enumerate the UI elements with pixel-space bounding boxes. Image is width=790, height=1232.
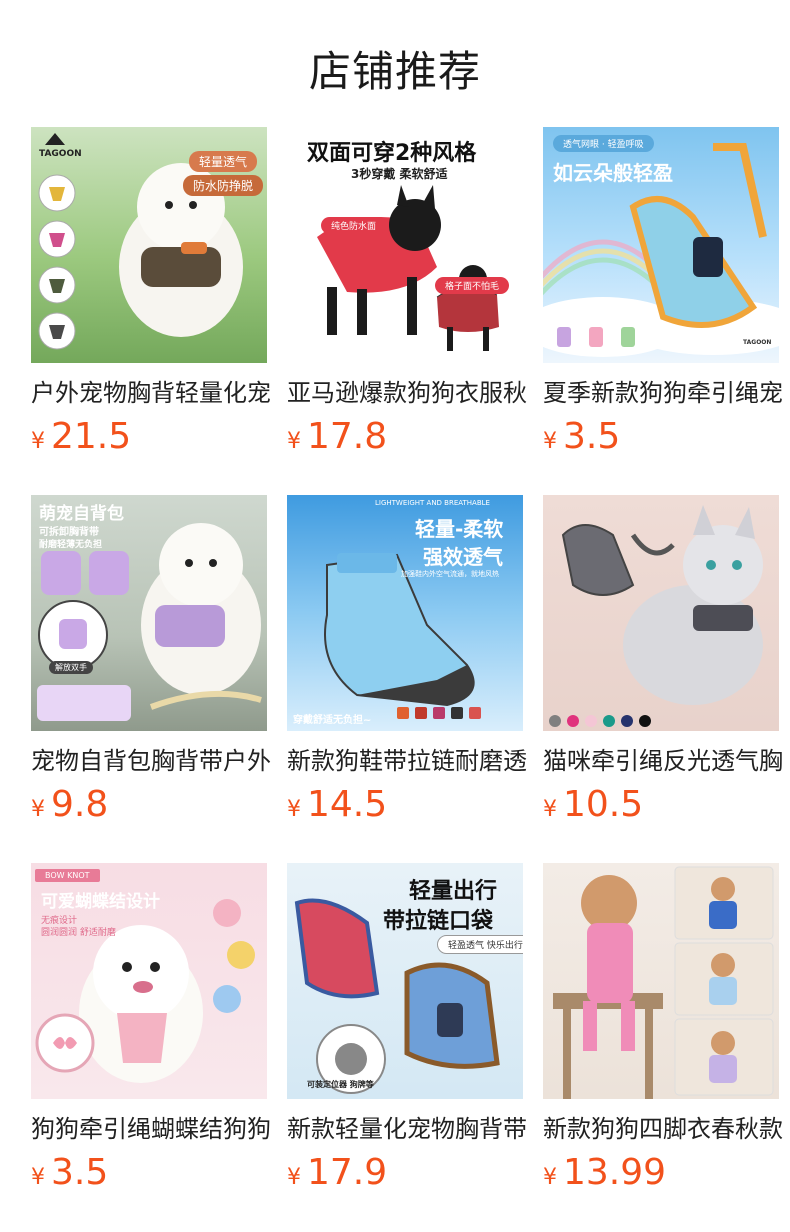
image-caption: 可装定位器 狗牌等 [307,1080,374,1089]
price-value: 3.5 [51,1152,109,1193]
color-swatch [549,715,561,727]
image-headline: 可爱蝴蝶结设计 [41,892,160,912]
product-name[interactable]: 户外宠物胸背轻量化宠物牵引绳 [31,377,271,409]
product-name[interactable]: 亚马逊爆款狗狗衣服秋冬 [287,377,527,409]
brand-logo-text: TAGOON [39,149,82,159]
color-swatch [621,715,633,727]
product-name[interactable]: 猫咪牵引绳反光透气胸背 [543,745,783,777]
price-value: 9.8 [51,784,109,825]
product-image[interactable]: LIGHTWEIGHT AND BREATHABLE 轻量-柔软 强效透气 加强… [287,495,523,731]
product-grid: TAGOON 轻量透气 防水防挣脱 户外宠物胸背轻量化宠物牵引绳 ¥21.5 [0,0,790,1232]
brand-logo-text: TAGOON [743,339,772,346]
price-value: 3.5 [563,416,621,457]
product-price: ¥17.8 [287,415,527,465]
image-badge: 透气网眼 · 轻盈呼吸 [553,135,654,152]
color-swatch [639,715,651,727]
product-price: ¥3.5 [543,415,783,465]
product-name[interactable]: 狗狗牵引绳蝴蝶结狗狗胸背 [31,1113,271,1145]
currency-symbol: ¥ [287,797,301,822]
color-swatch [567,715,579,727]
image-badge: 解放双手 [49,661,93,674]
product-name[interactable]: 新款轻量化宠物胸背带拉链口袋 [287,1113,527,1145]
product-price: ¥14.5 [287,783,527,833]
product-name[interactable]: 新款狗狗四脚衣春秋款 [543,1113,783,1145]
image-badge: 防水防挣脱 [183,175,264,196]
price-value: 13.99 [563,1152,667,1193]
price-value: 17.9 [307,1152,388,1193]
product-card[interactable]: 双面可穿2种风格 3秒穿戴 柔软舒适 纯色防水面 格子面不怕毛 亚马逊爆款狗狗衣… [287,127,527,465]
currency-symbol: ¥ [543,1165,557,1190]
product-price: ¥9.8 [31,783,271,833]
product-price: ¥3.5 [31,1151,271,1201]
product-image[interactable]: TAGOON 轻量透气 防水防挣脱 [31,127,267,363]
product-image[interactable]: 双面可穿2种风格 3秒穿戴 柔软舒适 纯色防水面 格子面不怕毛 [287,127,523,363]
product-card[interactable]: LIGHTWEIGHT AND BREATHABLE 轻量-柔软 强效透气 加强… [287,495,527,833]
image-badge: 轻量透气 [189,151,258,172]
price-value: 21.5 [51,416,132,457]
product-card[interactable]: 萌宠自背包 可拆卸胸背带 耐磨轻薄无负担 解放双手 宠物自背包胸背带户外出行 ¥… [31,495,271,833]
color-swatch [603,715,615,727]
image-caption: 加强鞋内外空气流通，就地风热 [401,570,499,578]
product-card[interactable]: 轻量出行 带拉链口袋 轻盈透气 快乐出行 可装定位器 狗牌等 新款轻量化宠物胸背… [287,863,527,1201]
image-headline: 强效透气 [423,545,503,569]
product-image[interactable] [543,863,779,1099]
product-name[interactable]: 新款狗鞋带拉链耐磨透气 [287,745,527,777]
product-image[interactable]: 萌宠自背包 可拆卸胸背带 耐磨轻薄无负担 解放双手 [31,495,267,731]
currency-symbol: ¥ [543,797,557,822]
image-headline: 带拉链口袋 [383,909,494,934]
image-caption: 圆润圆润 舒适耐磨 [41,928,116,938]
product-price: ¥17.9 [287,1151,527,1201]
product-name[interactable]: 宠物自背包胸背带户外出行 [31,745,271,777]
product-image[interactable]: BOW KNOT 可爱蝴蝶结设计 无痕设计 圆润圆润 舒适耐磨 [31,863,267,1099]
currency-symbol: ¥ [287,429,301,454]
currency-symbol: ¥ [31,1165,45,1190]
product-image[interactable] [543,495,779,731]
currency-symbol: ¥ [543,429,557,454]
image-headline: 轻量出行 [409,879,498,904]
image-headline: 如云朵般轻盈 [553,161,673,185]
product-name[interactable]: 夏季新款狗狗牵引绳宠物胸背 [543,377,783,409]
product-price: ¥13.99 [543,1151,783,1201]
price-value: 14.5 [307,784,388,825]
image-headline: 萌宠自背包 [39,504,124,524]
product-card[interactable]: BOW KNOT 可爱蝴蝶结设计 无痕设计 圆润圆润 舒适耐磨 狗狗牵引绳蝴蝶结… [31,863,271,1201]
image-badge: 轻盈透气 快乐出行 [437,935,523,954]
image-badge: BOW KNOT [35,869,100,882]
price-value: 10.5 [563,784,644,825]
product-card[interactable]: TAGOON 轻量透气 防水防挣脱 户外宠物胸背轻量化宠物牵引绳 ¥21.5 [31,127,271,465]
image-caption: 穿戴舒适无负担~ [293,715,372,726]
product-price: ¥21.5 [31,415,271,465]
product-price: ¥10.5 [543,783,783,833]
product-card[interactable]: 新款狗狗四脚衣春秋款 ¥13.99 [543,863,783,1201]
product-card[interactable]: 透气网眼 · 轻盈呼吸 如云朵般轻盈 TAGOON 夏季新款狗狗牵引绳宠物胸背 … [543,127,783,465]
price-value: 17.8 [307,416,388,457]
image-headline: 双面可穿2种风格 [307,141,477,166]
product-image[interactable]: 轻量出行 带拉链口袋 轻盈透气 快乐出行 可装定位器 狗牌等 [287,863,523,1099]
image-badge: 格子面不怕毛 [435,277,510,294]
product-card[interactable]: 猫咪牵引绳反光透气胸背 ¥10.5 [543,495,783,833]
currency-symbol: ¥ [31,797,45,822]
product-image[interactable]: 透气网眼 · 轻盈呼吸 如云朵般轻盈 TAGOON [543,127,779,363]
image-subheadline: 可拆卸胸背带 [39,527,99,538]
image-badge: 纯色防水面 [321,217,387,234]
image-caption: LIGHTWEIGHT AND BREATHABLE [375,499,490,507]
image-headline: 轻量-柔软 [415,517,504,541]
image-subheadline: 耐磨轻薄无负担 [39,540,103,550]
currency-symbol: ¥ [287,1165,301,1190]
currency-symbol: ¥ [31,429,45,454]
color-swatch [585,715,597,727]
image-subheadline: 3秒穿戴 柔软舒适 [351,167,448,181]
